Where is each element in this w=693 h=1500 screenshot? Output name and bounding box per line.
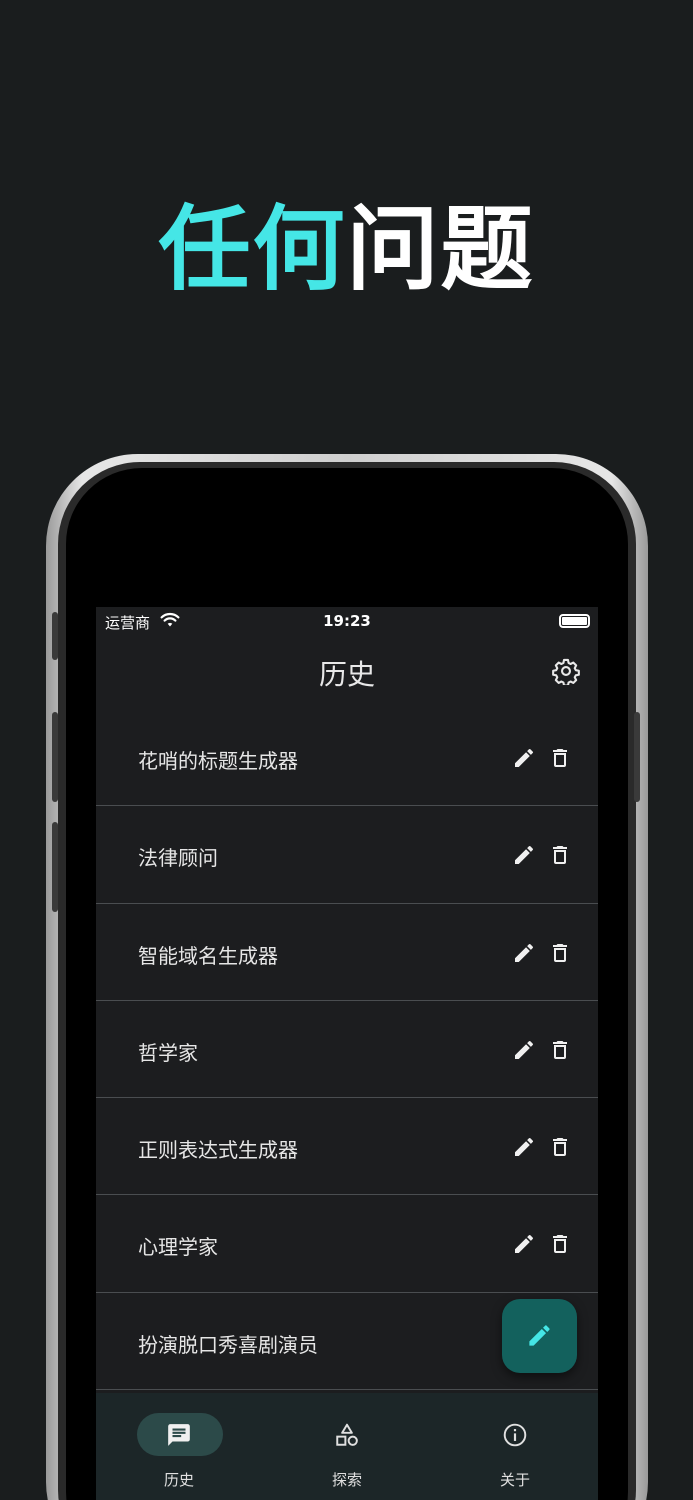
trash-icon[interactable] — [548, 843, 572, 867]
power-button — [634, 712, 640, 802]
pencil-icon[interactable] — [512, 746, 536, 770]
history-list: 花哨的标题生成器 法律顾问 智能域名生成器 哲学家 正则表达式生成器 心理学家 — [96, 709, 598, 1391]
item-title: 正则表达式生成器 — [138, 1138, 298, 1163]
mute-switch — [52, 612, 58, 660]
promo-headline: 任何问题 — [0, 195, 693, 305]
app-screen: 运营商 19:23 历史 花哨的标题生成器 法律顾问 智能域名生成器 哲学家 正… — [96, 607, 598, 1500]
list-item[interactable]: 正则表达式生成器 — [96, 1098, 598, 1196]
pencil-icon[interactable] — [512, 941, 536, 965]
trash-icon[interactable] — [548, 1038, 572, 1062]
list-item[interactable]: 智能域名生成器 — [96, 904, 598, 1001]
list-item[interactable]: 法律顾问 — [96, 806, 598, 904]
item-title: 智能域名生成器 — [138, 943, 278, 968]
item-title: 哲学家 — [138, 1040, 198, 1065]
list-item[interactable]: 心理学家 — [96, 1195, 598, 1293]
item-title: 心理学家 — [138, 1235, 218, 1260]
nav-item-about[interactable]: 关于 — [460, 1413, 570, 1493]
item-title: 法律顾问 — [138, 846, 218, 871]
item-title: 扮演脱口秀喜剧演员 — [138, 1332, 318, 1357]
status-bar: 运营商 19:23 — [96, 607, 598, 635]
volume-up-button — [52, 712, 58, 802]
trash-icon[interactable] — [548, 941, 572, 965]
nav-item-history[interactable]: 历史 — [124, 1413, 234, 1493]
battery-icon — [559, 614, 590, 628]
chat-icon — [168, 1424, 190, 1446]
nav-item-explore[interactable]: 探索 — [292, 1413, 402, 1493]
page-title: 历史 — [318, 658, 375, 691]
trash-icon[interactable] — [548, 1232, 572, 1256]
list-item[interactable]: 哲学家 — [96, 1001, 598, 1099]
trash-icon[interactable] — [548, 1135, 572, 1159]
nav-label: 历史 — [163, 1471, 194, 1489]
app-header: 历史 — [96, 645, 598, 695]
headline-accent: 任何 — [158, 196, 347, 303]
status-time: 19:23 — [323, 612, 371, 630]
volume-down-button — [52, 822, 58, 912]
new-chat-button[interactable] — [502, 1299, 577, 1373]
pencil-icon[interactable] — [512, 1232, 536, 1256]
pencil-icon[interactable] — [512, 1038, 536, 1062]
headline-rest: 问题 — [346, 196, 535, 303]
nav-label: 关于 — [499, 1471, 530, 1489]
bottom-nav: 历史 探索 关于 — [96, 1393, 598, 1500]
info-icon — [503, 1423, 527, 1447]
gear-icon[interactable] — [552, 657, 580, 685]
pencil-icon[interactable] — [512, 1135, 536, 1159]
nav-label: 探索 — [331, 1471, 362, 1489]
shapes-icon — [336, 1423, 358, 1446]
pencil-icon[interactable] — [512, 843, 536, 867]
item-title: 花哨的标题生成器 — [138, 749, 298, 773]
trash-icon[interactable] — [548, 746, 572, 770]
list-item[interactable]: 花哨的标题生成器 — [96, 709, 598, 807]
pencil-icon — [529, 1325, 550, 1346]
